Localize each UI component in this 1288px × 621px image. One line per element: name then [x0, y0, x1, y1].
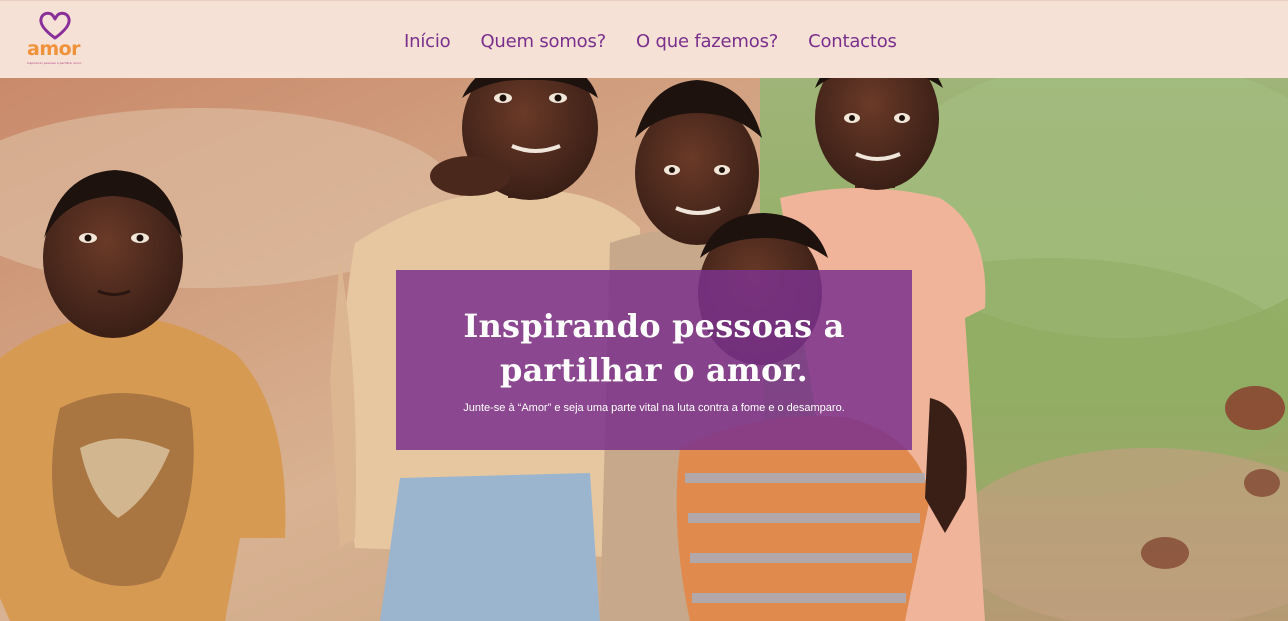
- hero-banner: Inspirando pessoas a partilhar o amor. J…: [396, 270, 912, 450]
- nav-link-contactos[interactable]: Contactos: [808, 31, 897, 53]
- main-nav: Início Quem somos? O que fazemos? Contac…: [404, 31, 897, 53]
- site-logo[interactable]: amor Inspirando pessoas a partilhar amor…: [27, 11, 87, 67]
- landing-page: amor Inspirando pessoas a partilhar amor…: [0, 0, 1288, 621]
- logo-wordmark: amor: [27, 38, 81, 60]
- nav-link-o-que-fazemos[interactable]: O que fazemos?: [636, 31, 778, 53]
- site-header: amor Inspirando pessoas a partilhar amor…: [0, 0, 1288, 78]
- hero-title: Inspirando pessoas a partilhar o amor.: [463, 307, 845, 389]
- heart-icon: [39, 11, 71, 40]
- logo-tagline: Inspirando pessoas a partilhar amor.: [27, 61, 82, 65]
- hero-subtitle: Junte-se à “Amor” e seja uma parte vital…: [463, 402, 845, 414]
- nav-link-quem-somos[interactable]: Quem somos?: [480, 31, 606, 53]
- nav-link-inicio[interactable]: Início: [404, 31, 451, 53]
